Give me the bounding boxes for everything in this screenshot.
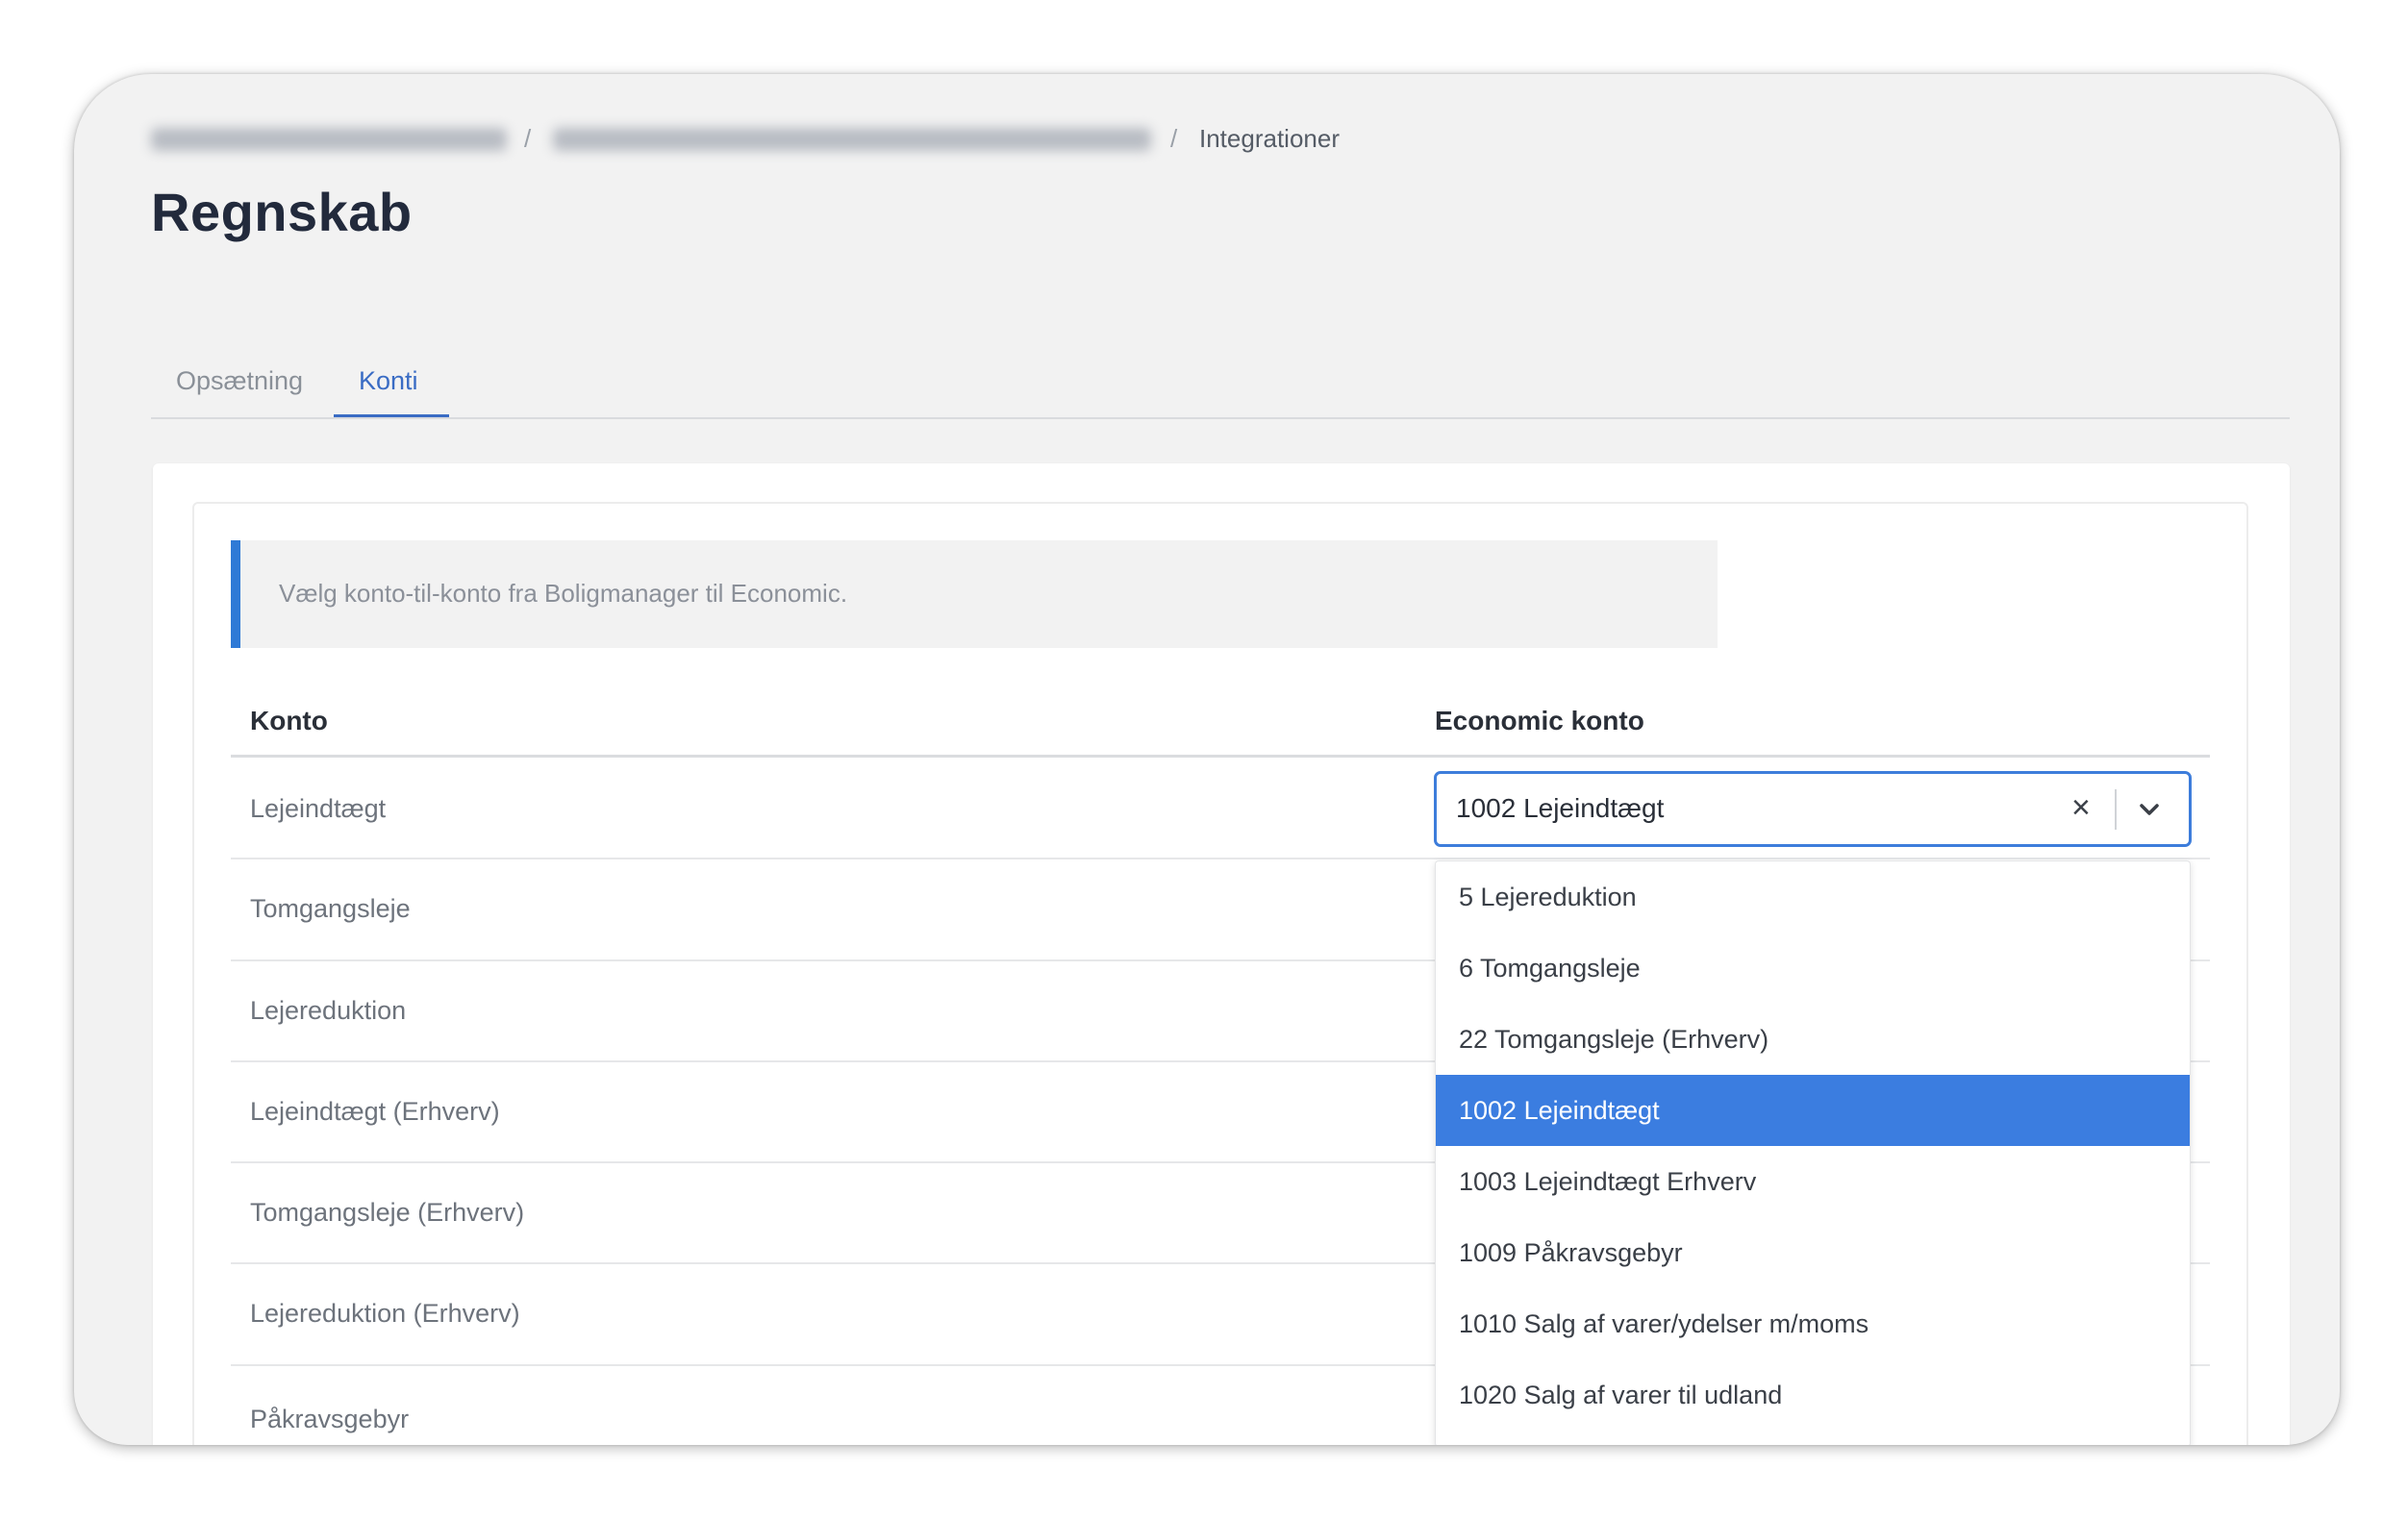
dropdown-option[interactable]: 22 Tomgangsleje (Erhverv) (1436, 1004, 2190, 1075)
row-label: Lejereduktion (250, 996, 407, 1025)
breadcrumb-item-blurred-1[interactable] (151, 128, 507, 151)
chevron-down-icon[interactable] (2133, 793, 2166, 826)
dropdown-option[interactable]: 1009 Påkravsgebyr (1436, 1217, 2190, 1288)
row-label: Lejeindtægt (250, 794, 387, 823)
breadcrumb: / / Integrationer (151, 122, 1497, 161)
info-banner-text: Vælg konto-til-konto fra Boligmanager ti… (279, 579, 848, 608)
economic-account-dropdown: 5 Lejereduktion 6 Tomgangsleje 22 Tomgan… (1435, 860, 2191, 1445)
breadcrumb-separator: / (1170, 124, 1178, 153)
table-row: Lejereduktion (Erhverv) (231, 1264, 1423, 1365)
select-value: 1002 Lejeindtægt (1456, 793, 1665, 823)
select-divider (2115, 789, 2117, 830)
column-header-economic-konto: Economic konto (1435, 706, 1644, 735)
dropdown-option[interactable]: 1010 Salg af varer/ydelser m/moms (1436, 1288, 2190, 1359)
row-label: Lejereduktion (Erhverv) (250, 1299, 520, 1328)
table-row: Tomgangsleje (231, 859, 1423, 960)
tab-opsaetning[interactable]: Opsætning (176, 364, 303, 397)
tabs-divider (151, 417, 2290, 419)
row-label: Påkravsgebyr (250, 1405, 410, 1433)
dropdown-option[interactable]: 1003 Lejeindtægt Erhverv (1436, 1146, 2190, 1217)
table-row: Tomgangsleje (Erhverv) (231, 1163, 1423, 1264)
info-banner: Vælg konto-til-konto fra Boligmanager ti… (231, 540, 1718, 648)
dropdown-option[interactable]: 5 Lejereduktion (1436, 861, 2190, 933)
table-row: Lejeindtægt (Erhverv) (231, 1062, 1423, 1163)
dropdown-option[interactable]: 1020 Salg af varer til udland (1436, 1359, 2190, 1431)
dropdown-option-selected[interactable]: 1002 Lejeindtægt (1436, 1075, 2190, 1146)
breadcrumb-separator: / (524, 124, 532, 153)
dropdown-option[interactable]: 6 Tomgangsleje (1436, 933, 2190, 1004)
app-window: / / Integrationer Regnskab Opsætning Kon… (74, 74, 2340, 1445)
tab-konti[interactable]: Konti (359, 364, 418, 397)
clear-icon[interactable]: × (2071, 788, 2091, 827)
row-label: Lejeindtægt (Erhverv) (250, 1097, 500, 1126)
row-label: Tomgangsleje (250, 894, 411, 923)
breadcrumb-current: Integrationer (1199, 124, 1340, 153)
economic-account-select[interactable]: 1002 Lejeindtægt × (1434, 771, 2192, 847)
page-title: Regnskab (151, 182, 413, 242)
table-row: Lejereduktion (231, 961, 1423, 1062)
info-banner-accent (231, 540, 240, 648)
breadcrumb-item-blurred-2[interactable] (553, 128, 1151, 151)
row-label: Tomgangsleje (Erhverv) (250, 1198, 525, 1227)
column-header-konto: Konto (250, 706, 328, 735)
table-row: Påkravsgebyr (231, 1366, 1423, 1445)
